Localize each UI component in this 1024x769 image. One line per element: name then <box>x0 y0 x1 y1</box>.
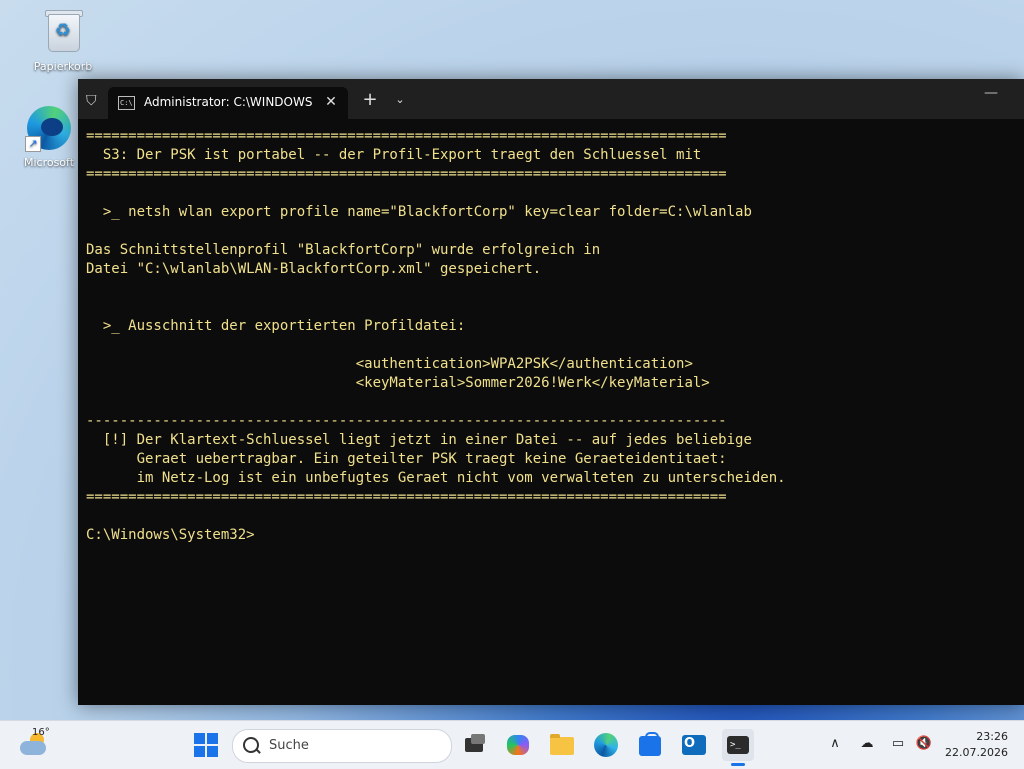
tab-title: Administrator: C:\WINDOWS\ <box>144 95 312 109</box>
console-line: >_ netsh wlan export profile name="Black… <box>86 204 752 220</box>
console-line: >_ Ausschnitt der exportierten Profildat… <box>86 318 466 334</box>
console-line: ----------------------------------------… <box>86 413 727 429</box>
tab-dropdown-button[interactable]: ⌄ <box>391 91 409 109</box>
desktop-icon-label: Papierkorb <box>33 60 93 73</box>
store-button[interactable] <box>634 729 666 761</box>
recycle-bin-desktop-icon[interactable]: ♻ Papierkorb <box>26 8 100 73</box>
recycle-bin-icon: ♻ <box>39 8 87 56</box>
console-line: Das Schnittstellenprofil "BlackfortCorp"… <box>86 242 601 258</box>
taskbar: 16° Suche O >_ ∧ ☁ ▭ 🔇 23:26 22.07.2026 <box>0 720 1024 769</box>
outlook-button[interactable]: O <box>678 729 710 761</box>
clock-time: 23:26 <box>976 730 1008 743</box>
new-tab-button[interactable]: + <box>361 91 379 109</box>
shortcut-arrow-icon: ↗ <box>25 136 41 152</box>
terminal-window: ⛉ C:\ Administrator: C:\WINDOWS\ ✕ + ⌄ —… <box>78 79 1024 705</box>
minimize-button[interactable]: — <box>976 85 1006 107</box>
search-icon <box>243 737 259 753</box>
display-icon[interactable]: ▭ <box>889 735 907 753</box>
console-line: ========================================… <box>86 128 727 144</box>
console-line: Geraet uebertragbar. Ein geteilter PSK t… <box>86 451 727 467</box>
close-tab-button[interactable]: ✕ <box>322 93 340 111</box>
console-line: S3: Der PSK ist portabel -- der Profil-E… <box>86 147 702 163</box>
start-button[interactable] <box>194 733 218 757</box>
clock[interactable]: 23:26 22.07.2026 <box>944 729 1008 761</box>
console-line: im Netz-Log ist ein unbefugtes Geraet ni… <box>86 470 786 486</box>
cmd-icon: C:\ <box>118 96 135 110</box>
tab-administrator[interactable]: C:\ Administrator: C:\WINDOWS\ ✕ <box>108 87 348 119</box>
task-view-icon <box>465 734 485 752</box>
clock-date: 22.07.2026 <box>945 746 1008 759</box>
store-icon <box>639 732 661 756</box>
search-box[interactable]: Suche <box>232 729 452 763</box>
active-app-indicator <box>731 763 745 766</box>
title-bar[interactable]: ⛉ C:\ Administrator: C:\WINDOWS\ ✕ + ⌄ — <box>78 79 1024 119</box>
console-output[interactable]: ========================================… <box>86 127 1016 697</box>
weather-temperature: 16° <box>32 727 50 738</box>
file-explorer-button[interactable] <box>546 729 578 761</box>
edge-icon <box>594 733 618 757</box>
console-line: Datei "C:\wlanlab\WLAN-BlackfortCorp.xml… <box>86 261 542 277</box>
chevron-up-icon[interactable]: ∧ <box>826 735 844 753</box>
console-line: ========================================… <box>86 489 727 505</box>
console-line: C:\Windows\System32> <box>86 527 255 543</box>
edge-icon: ↗ <box>25 104 73 152</box>
console-line: <keyMaterial>Sommer2026!Werk</keyMateria… <box>86 375 710 391</box>
shield-icon: ⛉ <box>86 93 97 109</box>
console-line: <authentication>WPA2PSK</authentication> <box>86 356 693 372</box>
terminal-icon: >_ <box>727 736 749 754</box>
desktop-icon-label: Microsoft <box>23 156 75 169</box>
folder-icon <box>550 734 574 755</box>
terminal-button[interactable]: >_ <box>722 729 754 761</box>
network-offline-icon[interactable]: ☁ <box>858 735 876 753</box>
task-view-button[interactable] <box>458 729 490 761</box>
volume-muted-icon[interactable]: 🔇 <box>915 735 933 753</box>
edge-button[interactable] <box>590 729 622 761</box>
console-line: ========================================… <box>86 166 727 182</box>
copilot-icon <box>507 735 529 755</box>
console-line: [!] Der Klartext-Schluessel liegt jetzt … <box>86 432 752 448</box>
copilot-button[interactable] <box>502 729 534 761</box>
search-placeholder: Suche <box>269 738 309 753</box>
edge-desktop-shortcut[interactable]: ↗ Microsoft <box>12 104 86 169</box>
